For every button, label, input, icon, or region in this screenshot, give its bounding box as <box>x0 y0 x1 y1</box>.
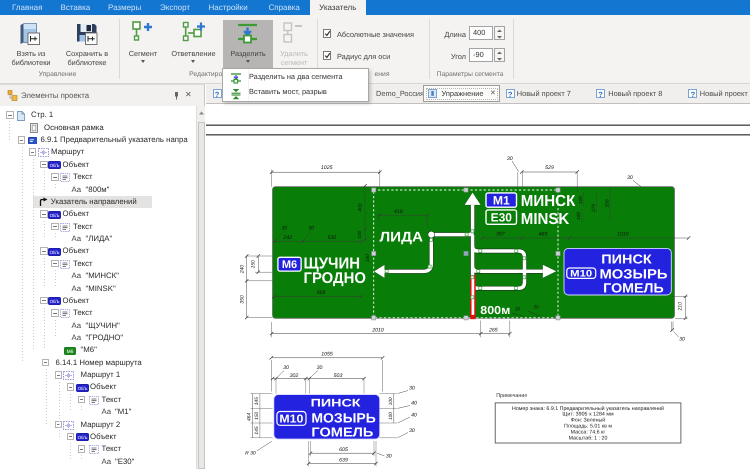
svg-text:М6: М6 <box>67 349 74 355</box>
svg-text:ОБЪ: ОБЪ <box>50 250 60 255</box>
svg-text:М10: М10 <box>279 413 303 425</box>
svg-text:1055: 1055 <box>321 351 333 357</box>
svg-text:ОБЪ: ОБЪ <box>50 213 60 218</box>
svg-text:100: 100 <box>578 196 583 204</box>
svg-text:R 30: R 30 <box>245 451 256 457</box>
svg-text:ОБЪ: ОБЪ <box>77 435 87 440</box>
svg-text:464: 464 <box>247 413 253 422</box>
svg-text:2010: 2010 <box>371 327 384 333</box>
svg-text:100: 100 <box>365 254 370 262</box>
svg-text:ЛИДА: ЛИДА <box>380 229 424 245</box>
svg-text:350: 350 <box>605 199 610 207</box>
svg-text:ОБЪ: ОБЪ <box>50 299 60 304</box>
svg-text:30: 30 <box>627 175 633 181</box>
svg-text:270: 270 <box>591 204 596 213</box>
svg-text:529: 529 <box>545 165 554 171</box>
svg-text:Примечание: Примечание <box>496 393 527 399</box>
svg-text:М6: М6 <box>282 259 297 271</box>
svg-text:MINSK: MINSK <box>521 211 570 228</box>
svg-text:145: 145 <box>254 426 260 434</box>
svg-text:30: 30 <box>515 306 521 311</box>
svg-text:100: 100 <box>388 397 393 405</box>
svg-text:418: 418 <box>394 209 403 215</box>
svg-text:145: 145 <box>254 397 260 405</box>
svg-text:30: 30 <box>386 454 392 460</box>
svg-text:1025: 1025 <box>321 165 333 171</box>
svg-text:ОБЪ: ОБЪ <box>50 163 60 168</box>
svg-text:М1: М1 <box>493 194 510 208</box>
svg-text:30: 30 <box>281 226 287 232</box>
svg-text:Е30: Е30 <box>491 211 513 225</box>
svg-text:М10: М10 <box>570 268 592 279</box>
svg-text:302: 302 <box>290 373 299 379</box>
svg-text:350: 350 <box>239 295 245 304</box>
svg-text:30: 30 <box>679 337 685 343</box>
svg-text:40: 40 <box>411 401 417 407</box>
svg-text:1010: 1010 <box>617 232 629 238</box>
svg-text:30: 30 <box>308 226 314 232</box>
svg-text:ПИНСК: ПИНСК <box>601 252 651 267</box>
svg-text:100: 100 <box>357 231 362 239</box>
svg-text:800м: 800м <box>480 305 510 317</box>
svg-text:ОБЪ: ОБЪ <box>77 386 87 391</box>
svg-text:530: 530 <box>327 235 336 241</box>
svg-text:МИНСК: МИНСК <box>521 193 576 210</box>
svg-text:ГОМЕЛЬ: ГОМЕЛЬ <box>603 281 664 296</box>
svg-text:357: 357 <box>496 232 506 238</box>
svg-text:МОЗЫРЬ: МОЗЫРЬ <box>600 267 668 282</box>
svg-text:100: 100 <box>388 412 393 420</box>
svg-text:469: 469 <box>539 232 548 238</box>
svg-text:МОЗЫРЬ: МОЗЫРЬ <box>311 410 376 425</box>
svg-text:30: 30 <box>507 156 513 162</box>
svg-text:639: 639 <box>339 457 348 463</box>
svg-text:30: 30 <box>409 428 415 434</box>
svg-text:30: 30 <box>533 304 539 309</box>
svg-text:ГОМЕЛЬ: ГОМЕЛЬ <box>311 424 373 439</box>
svg-text:30: 30 <box>283 365 289 371</box>
svg-text:ГРОДНО: ГРОДНО <box>304 270 367 287</box>
svg-text:265: 265 <box>488 327 498 333</box>
svg-text:ПИНСК: ПИНСК <box>311 397 361 409</box>
svg-text:40: 40 <box>411 412 417 418</box>
svg-text:242: 242 <box>282 235 292 241</box>
svg-text:240: 240 <box>239 265 245 275</box>
svg-text:503: 503 <box>334 373 343 379</box>
svg-text:150: 150 <box>254 411 260 419</box>
svg-text:605: 605 <box>339 447 348 453</box>
svg-text:400: 400 <box>358 203 364 211</box>
svg-text:210: 210 <box>677 302 683 312</box>
svg-text:Масштаб: 1 : 20: Масштаб: 1 : 20 <box>569 435 608 441</box>
svg-text:30: 30 <box>317 365 323 371</box>
svg-text:150: 150 <box>251 260 257 268</box>
svg-text:968: 968 <box>317 290 326 296</box>
svg-text:30: 30 <box>409 386 415 392</box>
svg-text:100: 100 <box>576 212 581 220</box>
